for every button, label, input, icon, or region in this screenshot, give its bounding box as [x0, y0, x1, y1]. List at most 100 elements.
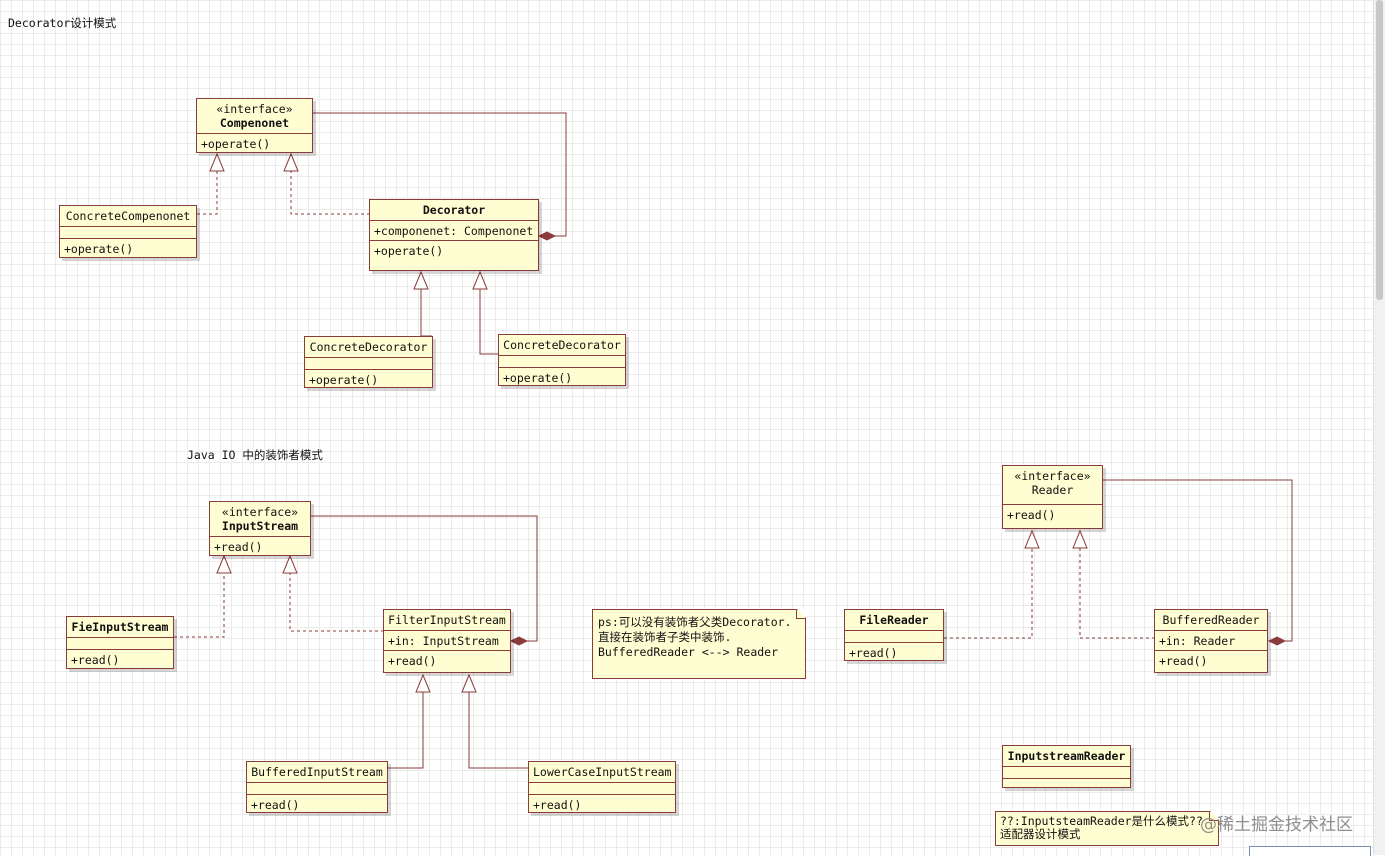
class-inputstream[interactable]: «interface» InputStream +read(): [209, 501, 311, 556]
stereotype-label: «interface»: [216, 102, 293, 116]
arrowhead-hollow: [461, 673, 477, 693]
note-line: ps:可以没有装饰者父类Decorator.: [598, 615, 792, 629]
arrowhead-hollow: [415, 673, 431, 693]
diamond-filled: [509, 636, 529, 646]
class-lowercaseinputstream[interactable]: LowerCaseInputStream +read(): [528, 761, 676, 813]
operations-section: +read(): [845, 642, 943, 662]
operations-section: +operate(): [370, 240, 538, 260]
operations-section: +read(): [384, 650, 510, 670]
class-bufferedreader[interactable]: BufferedReader +in: Reader +read(): [1154, 609, 1268, 673]
class-compenonet[interactable]: «interface» Compenonet +operate(): [196, 98, 313, 153]
attribute: +componenet: Compenonet: [374, 224, 534, 238]
realization-concretecompenonet: [197, 171, 218, 215]
attributes-section: [845, 630, 943, 642]
note-decorator[interactable]: ps:可以没有装饰者父类Decorator. 直接在装饰者子类中装饰. Buff…: [592, 609, 806, 679]
arrowhead-hollow: [282, 554, 298, 574]
operations-section: +operate(): [197, 133, 312, 153]
operations-section: [1003, 778, 1130, 790]
class-filterinputstream[interactable]: FilterInputStream +in: InputStream +read…: [383, 609, 511, 673]
arrowhead-hollow: [413, 270, 429, 290]
class-name: BufferedInputStream: [251, 765, 383, 779]
operation: +read(): [1007, 508, 1056, 522]
generalization-lowercaseinputstream: [468, 692, 529, 769]
class-name: ConcreteDecorator: [503, 338, 621, 352]
class-name: Decorator: [422, 203, 486, 217]
generalization-concretedecorator-1: [420, 289, 432, 337]
operations-section: +read(): [1003, 504, 1102, 524]
class-decorator[interactable]: Decorator +componenet: Compenonet +opera…: [369, 199, 539, 271]
class-fieinputstream[interactable]: FieInputStream +read(): [66, 616, 174, 669]
class-name: FieInputStream: [71, 620, 169, 634]
realization-fieinputstream: [174, 573, 225, 638]
attributes-section: [499, 355, 625, 367]
class-filereader[interactable]: FileReader +read(): [844, 609, 944, 661]
class-name: Reader: [1031, 483, 1074, 497]
attributes-section: [60, 226, 196, 238]
diamond-filled: [537, 231, 557, 241]
diamond-filled: [1267, 636, 1287, 646]
operation: +read(): [251, 798, 300, 812]
class-concretedecorator-1[interactable]: ConcreteDecorator +operate(): [304, 336, 433, 388]
java-io-title: Java IO 中的装饰者模式: [187, 448, 323, 462]
attributes-section: +in: Reader: [1155, 630, 1267, 650]
operations-section: +operate(): [60, 238, 196, 258]
realization-bufferedreader: [1079, 548, 1155, 639]
operation: +operate(): [374, 244, 444, 258]
operations-section: +operate(): [305, 369, 432, 389]
operation: +read(): [71, 653, 120, 667]
operations-section: +read(): [210, 536, 310, 556]
operation: +read(): [214, 540, 263, 554]
attributes-section: [1003, 766, 1130, 778]
vertical-scrollbar[interactable]: [1373, 0, 1385, 855]
generalization-bufferedinputstream: [388, 692, 424, 769]
attributes-section: +in: InputStream: [384, 630, 510, 650]
class-bufferedinputstream[interactable]: BufferedInputStream +read(): [246, 761, 388, 813]
stereotype-label: «interface»: [1014, 469, 1091, 483]
class-reader[interactable]: «interface» Reader +read(): [1002, 465, 1103, 529]
arrowhead-hollow: [1024, 529, 1040, 549]
class-name: InputstreamReader: [1007, 749, 1126, 763]
operation: +read(): [533, 798, 582, 812]
class-name: ConcreteCompenonet: [65, 209, 191, 223]
generalization-concretedecorator-2: [479, 289, 499, 355]
note-adapter[interactable]: ??:InputsteamReader是什么模式?? 适配器设计模式: [995, 811, 1219, 846]
watermark-text: @稀土掘金技术社区: [1200, 815, 1353, 835]
realization-filereader: [944, 548, 1033, 639]
operation: +operate(): [309, 373, 379, 387]
arrowhead-hollow: [216, 554, 232, 574]
attributes-section: [305, 357, 432, 369]
operation: +operate(): [64, 242, 134, 256]
operations-section: +read(): [247, 794, 387, 814]
attribute: +in: InputStream: [388, 634, 499, 648]
arrowhead-hollow: [209, 152, 225, 172]
note-line: BufferedReader <--> Reader: [598, 645, 779, 659]
attributes-section: [529, 782, 675, 794]
operation: +read(): [1159, 654, 1208, 668]
attributes-section: +componenet: Compenonet: [370, 220, 538, 240]
class-name: InputStream: [221, 519, 299, 533]
realization-filterinputstream: [289, 573, 384, 632]
attribute: +in: Reader: [1159, 634, 1236, 648]
arrowhead-hollow: [472, 270, 488, 290]
operations-section: +read(): [1155, 650, 1267, 670]
class-name: ConcreteDecorator: [309, 340, 428, 354]
class-name: FileReader: [859, 613, 929, 627]
operations-section: +read(): [529, 794, 675, 814]
class-concretecompenonet[interactable]: ConcreteCompenonet +operate(): [59, 205, 197, 258]
note-line: 直接在装饰者子类中装饰.: [598, 630, 732, 644]
arrowhead-hollow: [1072, 529, 1088, 549]
class-name: LowerCaseInputStream: [533, 765, 672, 779]
operation: +operate(): [503, 371, 573, 385]
class-concretedecorator-2[interactable]: ConcreteDecorator +operate(): [498, 334, 626, 386]
class-inputstreamreader[interactable]: InputstreamReader: [1002, 745, 1131, 788]
class-name: Compenonet: [219, 116, 290, 130]
operation: +operate(): [201, 137, 271, 151]
operations-section: +operate(): [499, 367, 625, 387]
scrollbar-thumb[interactable]: [1376, 0, 1383, 300]
operations-section: +read(): [67, 649, 173, 669]
attributes-section: [67, 637, 173, 649]
class-name: FilterInputStream: [388, 613, 506, 627]
operation: +read(): [388, 654, 437, 668]
realization-decorator: [290, 171, 370, 215]
operation: +read(): [849, 646, 898, 660]
